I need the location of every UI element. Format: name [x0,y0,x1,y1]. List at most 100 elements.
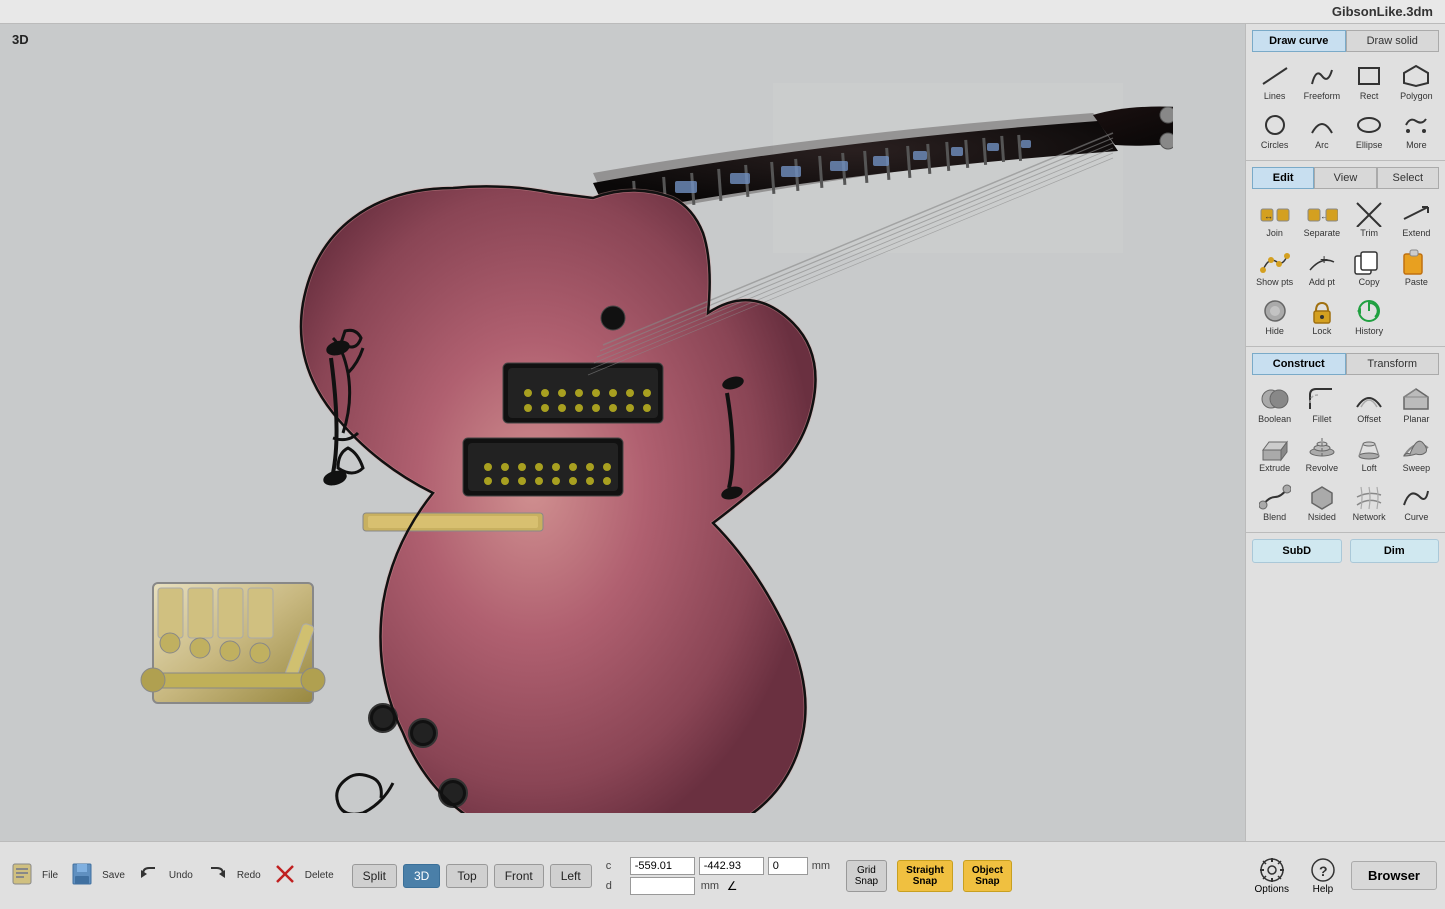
construct-tools: Boolean Fillet [1252,381,1439,526]
options-btn[interactable]: Options [1249,854,1295,897]
coord-label-d: d [606,880,626,892]
extend-label: Extend [1402,228,1430,238]
hide-tool[interactable]: Hide [1252,293,1297,340]
blend-label: Blend [1263,512,1286,522]
boolean-label: Boolean [1258,414,1291,424]
delete-icon-btn[interactable] [271,860,299,891]
more-tool[interactable]: More [1394,107,1439,154]
transform-tab[interactable]: Transform [1346,353,1440,375]
paste-tool[interactable]: Paste [1394,244,1439,291]
arc-icon [1306,111,1338,139]
sweep-tool[interactable]: Sweep [1394,430,1439,477]
draw-solid-tab[interactable]: Draw solid [1346,30,1440,52]
planar-label: Planar [1403,414,1429,424]
front-btn[interactable]: Front [494,864,544,888]
loft-icon [1353,434,1385,462]
arc-tool[interactable]: Arc [1299,107,1344,154]
left-btn[interactable]: Left [550,864,592,888]
redo-icon-btn[interactable] [203,860,231,891]
boolean-icon [1259,385,1291,413]
ellipse-label: Ellipse [1356,140,1383,150]
svg-text:↔: ↔ [1264,211,1273,221]
polygon-icon [1400,62,1432,90]
extrude-icon [1259,434,1291,462]
fillet-tool[interactable]: Fillet [1299,381,1344,428]
loft-label: Loft [1362,463,1377,473]
undo-icon-btn[interactable] [135,860,163,891]
loft-tool[interactable]: Loft [1347,430,1392,477]
svg-text:+: + [1320,251,1328,267]
grid-snap-btn[interactable]: GridSnap [846,860,887,892]
lock-tool[interactable]: Lock [1299,293,1344,340]
curve-tool[interactable]: Curve [1394,479,1439,526]
polygon-tool[interactable]: Polygon [1394,58,1439,105]
file-icon [10,862,34,886]
subd-btn[interactable]: SubD [1252,539,1342,563]
paste-label: Paste [1405,277,1428,287]
separate-icon: ↔ [1306,199,1338,227]
browser-btn[interactable]: Browser [1351,861,1437,890]
revolve-icon [1306,434,1338,462]
top-btn[interactable]: Top [446,864,487,888]
edit-tab-row: Edit View Select [1252,167,1439,189]
boolean-tool[interactable]: Boolean [1252,381,1297,428]
nsided-tool[interactable]: Nsided [1299,479,1344,526]
coord-d[interactable] [630,877,695,895]
coord-z[interactable] [768,857,808,875]
draw-curve-tools: Lines Freeform Rect [1252,58,1439,154]
construct-tab[interactable]: Construct [1252,353,1346,375]
copy-tool[interactable]: Copy [1347,244,1392,291]
viewport-label: 3D [12,32,29,47]
coord-y[interactable] [699,857,764,875]
circles-tool[interactable]: Circles [1252,107,1297,154]
help-btn[interactable]: ? Help [1303,854,1343,897]
edit-tab[interactable]: Edit [1252,167,1314,189]
ellipse-tool[interactable]: Ellipse [1347,107,1392,154]
straight-snap-btn[interactable]: StraightSnap [897,860,953,892]
freeform-tool[interactable]: Freeform [1299,58,1344,105]
object-snap-btn[interactable]: ObjectSnap [963,860,1012,892]
trim-tool[interactable]: Trim [1347,195,1392,242]
offset-icon [1353,385,1385,413]
revolve-tool[interactable]: Revolve [1299,430,1344,477]
rect-tool[interactable]: Rect [1347,58,1392,105]
network-icon [1353,483,1385,511]
circles-label: Circles [1261,140,1289,150]
offset-tool[interactable]: Offset [1347,381,1392,428]
planar-tool[interactable]: Planar [1394,381,1439,428]
lock-icon [1306,297,1338,325]
object-snap-area: ObjectSnap [963,860,1012,892]
blend-tool[interactable]: Blend [1252,479,1297,526]
showpts-tool[interactable]: Show pts [1252,244,1297,291]
trim-icon [1353,199,1385,227]
construct-tab-row: Construct Transform [1252,353,1439,375]
draw-curve-tab[interactable]: Draw curve [1252,30,1346,52]
extrude-tool[interactable]: Extrude [1252,430,1297,477]
redo-label: Redo [237,870,261,881]
network-tool[interactable]: Network [1347,479,1392,526]
file-icon-btn[interactable] [8,860,36,891]
showpts-label: Show pts [1256,277,1293,287]
join-tool[interactable]: ↔ Join [1252,195,1297,242]
addpt-tool[interactable]: + Add pt [1299,244,1344,291]
select-tab[interactable]: Select [1377,167,1439,189]
bottom-bar: File Save Undo Redo Delete Split 3D Top … [0,841,1445,909]
history-icon [1353,297,1385,325]
save-icon [70,862,94,886]
coord-x[interactable] [630,857,695,875]
3d-btn[interactable]: 3D [403,864,440,888]
separate-tool[interactable]: ↔ Separate [1299,195,1344,242]
angle-symbol: ∠ [727,879,738,893]
split-btn[interactable]: Split [352,864,397,888]
blend-icon [1259,483,1291,511]
viewport: 3D [0,24,1245,841]
view-tab[interactable]: View [1314,167,1376,189]
lines-tool[interactable]: Lines [1252,58,1297,105]
extend-tool[interactable]: Extend [1394,195,1439,242]
history-label: History [1355,326,1383,336]
dim-btn[interactable]: Dim [1350,539,1440,563]
save-icon-btn[interactable] [68,860,96,891]
options-icon [1258,856,1286,884]
history-tool[interactable]: History [1347,293,1392,340]
guitar-svg [73,53,1173,813]
